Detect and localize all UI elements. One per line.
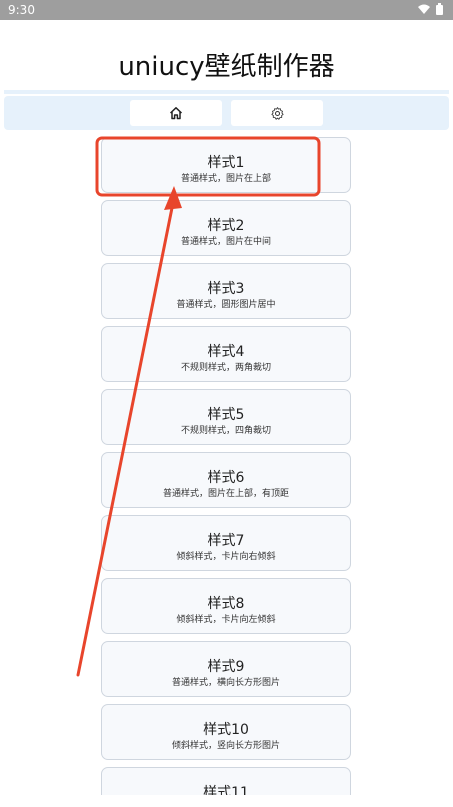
style-desc: 不规则样式，四角裁切	[180, 426, 271, 436]
style-desc: 普通样式，图片在中间	[180, 237, 271, 247]
style-card-3[interactable]: 样式3 普通样式，圆形图片居中	[101, 263, 351, 319]
style-name: 样式4	[207, 344, 245, 360]
style-card-1[interactable]: 样式1 普通样式，图片在上部	[101, 137, 351, 193]
style-desc: 普通样式，图片在上部	[180, 174, 271, 184]
style-desc: 倾斜样式，卡片向右倾斜	[176, 552, 276, 562]
style-list: 样式1 普通样式，图片在上部 样式2 普通样式，图片在中间 样式3 普通样式，圆…	[0, 137, 453, 795]
style-desc: 普通样式，图片在上部，有顶距	[162, 489, 289, 499]
style-name: 样式9	[207, 659, 245, 675]
gear-icon	[270, 106, 284, 120]
wifi-icon	[418, 4, 430, 14]
style-name: 样式3	[207, 281, 245, 297]
style-name: 样式7	[207, 533, 245, 549]
divider	[4, 90, 449, 94]
style-card-11[interactable]: 样式11	[101, 767, 351, 795]
style-card-7[interactable]: 样式7 倾斜样式，卡片向右倾斜	[101, 515, 351, 571]
style-card-5[interactable]: 样式5 不规则样式，四角裁切	[101, 389, 351, 445]
style-desc: 普通样式，横向长方形图片	[171, 678, 280, 688]
style-name: 样式2	[207, 218, 245, 234]
style-card-6[interactable]: 样式6 普通样式，图片在上部，有顶距	[101, 452, 351, 508]
page-title: uniucy壁纸制作器	[118, 52, 335, 82]
toolbar	[4, 96, 449, 130]
style-name: 样式10	[203, 722, 249, 738]
battery-icon	[436, 3, 443, 15]
style-card-4[interactable]: 样式4 不规则样式，两角裁切	[101, 326, 351, 382]
style-card-10[interactable]: 样式10 倾斜样式，竖向长方形图片	[101, 704, 351, 760]
style-name: 样式11	[203, 785, 249, 795]
style-name: 样式1	[207, 155, 245, 171]
settings-button[interactable]	[231, 100, 323, 126]
style-card-8[interactable]: 样式8 倾斜样式，卡片向左倾斜	[101, 578, 351, 634]
home-icon	[169, 107, 183, 120]
style-name: 样式5	[207, 407, 245, 423]
style-desc: 不规则样式，两角裁切	[180, 363, 271, 373]
status-time: 9:30	[8, 3, 35, 17]
style-name: 样式6	[207, 470, 245, 486]
style-desc: 普通样式，圆形图片居中	[176, 300, 276, 310]
style-card-9[interactable]: 样式9 普通样式，横向长方形图片	[101, 641, 351, 697]
bottom-edge	[0, 795, 453, 807]
status-icons	[418, 3, 443, 15]
status-bar: 9:30	[0, 0, 453, 20]
home-button[interactable]	[130, 100, 222, 126]
style-card-2[interactable]: 样式2 普通样式，图片在中间	[101, 200, 351, 256]
style-name: 样式8	[207, 596, 245, 612]
style-desc: 倾斜样式，竖向长方形图片	[171, 741, 280, 751]
style-desc: 倾斜样式，卡片向左倾斜	[176, 615, 276, 625]
